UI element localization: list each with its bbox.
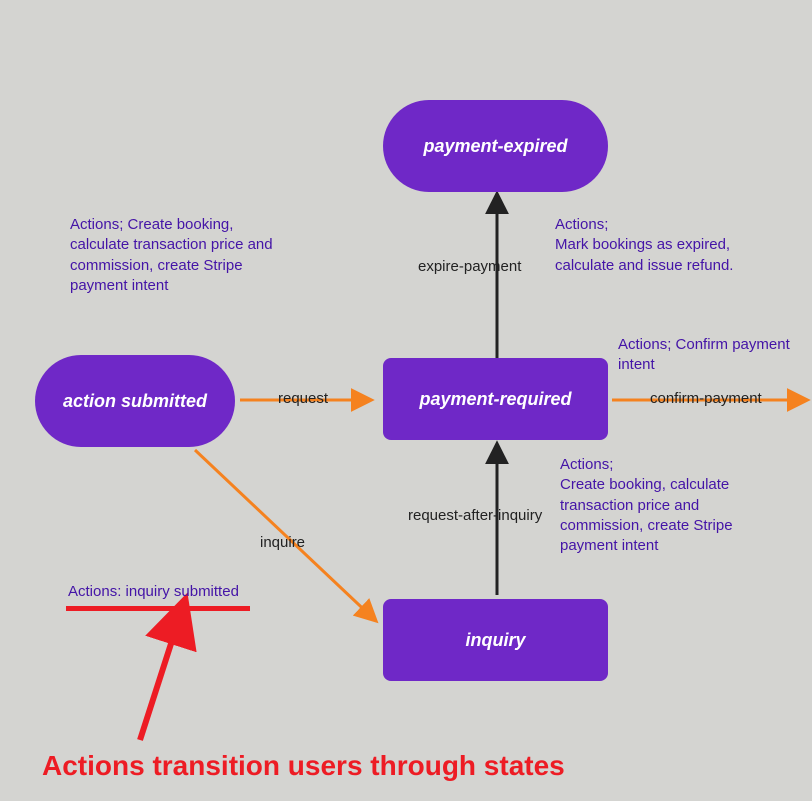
state-payment-expired: payment-expired: [383, 100, 608, 192]
underline-highlight: [66, 606, 250, 611]
state-payment-required: payment-required: [383, 358, 608, 440]
state-action-submitted: action submitted: [35, 355, 235, 447]
actions-create-booking-1: Actions; Create booking, calculate trans…: [70, 215, 280, 296]
label-request: request: [278, 390, 328, 407]
label-expire-payment: expire-payment: [418, 258, 521, 275]
actions-inquiry-submitted: Actions: inquiry submitted: [68, 582, 239, 602]
actions-confirm-intent: Actions; Confirm payment intent: [618, 335, 798, 376]
arrow-callout: [140, 622, 178, 740]
state-inquiry: inquiry: [383, 599, 608, 681]
label-inquire: inquire: [260, 534, 305, 551]
caption-text: Actions transition users through states: [42, 750, 565, 782]
label-request-after-inquiry: request-after-inquiry: [408, 507, 542, 524]
actions-expired-refund: Actions; Mark bookings as expired, calcu…: [555, 215, 760, 276]
label-confirm-payment: confirm-payment: [650, 390, 762, 407]
actions-create-booking-2: Actions; Create booking, calculate trans…: [560, 455, 760, 556]
